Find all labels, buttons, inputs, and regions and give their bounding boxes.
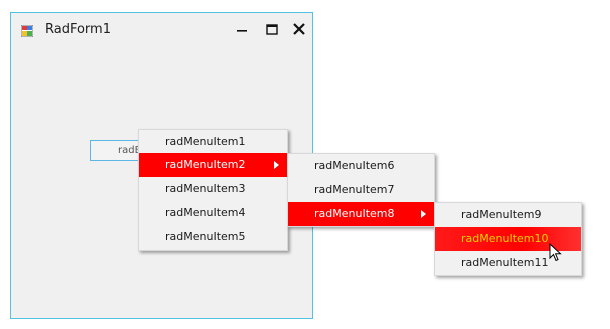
close-icon[interactable] <box>289 21 309 39</box>
context-menu-level1: radMenuItem1 radMenuItem2 radMenuItem3 r… <box>138 129 288 251</box>
app-form-icon <box>21 25 33 37</box>
menu-item-8-label: radMenuItem8 <box>314 207 395 220</box>
context-menu-level2: radMenuItem6 radMenuItem7 radMenuItem8 <box>287 153 435 227</box>
window-title: RadForm1 <box>45 22 111 37</box>
submenu-arrow-icon <box>274 161 279 169</box>
menu-item-2[interactable]: radMenuItem2 <box>139 153 287 177</box>
maximize-icon[interactable] <box>262 21 282 39</box>
menu-item-8[interactable]: radMenuItem8 <box>288 202 434 226</box>
title-bar[interactable]: RadForm1 <box>11 13 312 47</box>
context-menu-level3: radMenuItem9 radMenuItem10 radMenuItem11 <box>434 202 582 276</box>
minimize-icon[interactable] <box>232 21 252 39</box>
menu-item-1[interactable]: radMenuItem1 <box>139 130 287 154</box>
menu-item-2-label: radMenuItem2 <box>165 158 246 171</box>
menu-item-6[interactable]: radMenuItem6 <box>288 154 434 178</box>
mouse-pointer-icon <box>549 243 562 262</box>
menu-item-9[interactable]: radMenuItem9 <box>435 203 581 227</box>
menu-item-5[interactable]: radMenuItem5 <box>139 225 287 249</box>
submenu-arrow-icon <box>421 210 426 218</box>
menu-item-7[interactable]: radMenuItem7 <box>288 178 434 202</box>
menu-item-4[interactable]: radMenuItem4 <box>139 201 287 225</box>
menu-item-3[interactable]: radMenuItem3 <box>139 177 287 201</box>
